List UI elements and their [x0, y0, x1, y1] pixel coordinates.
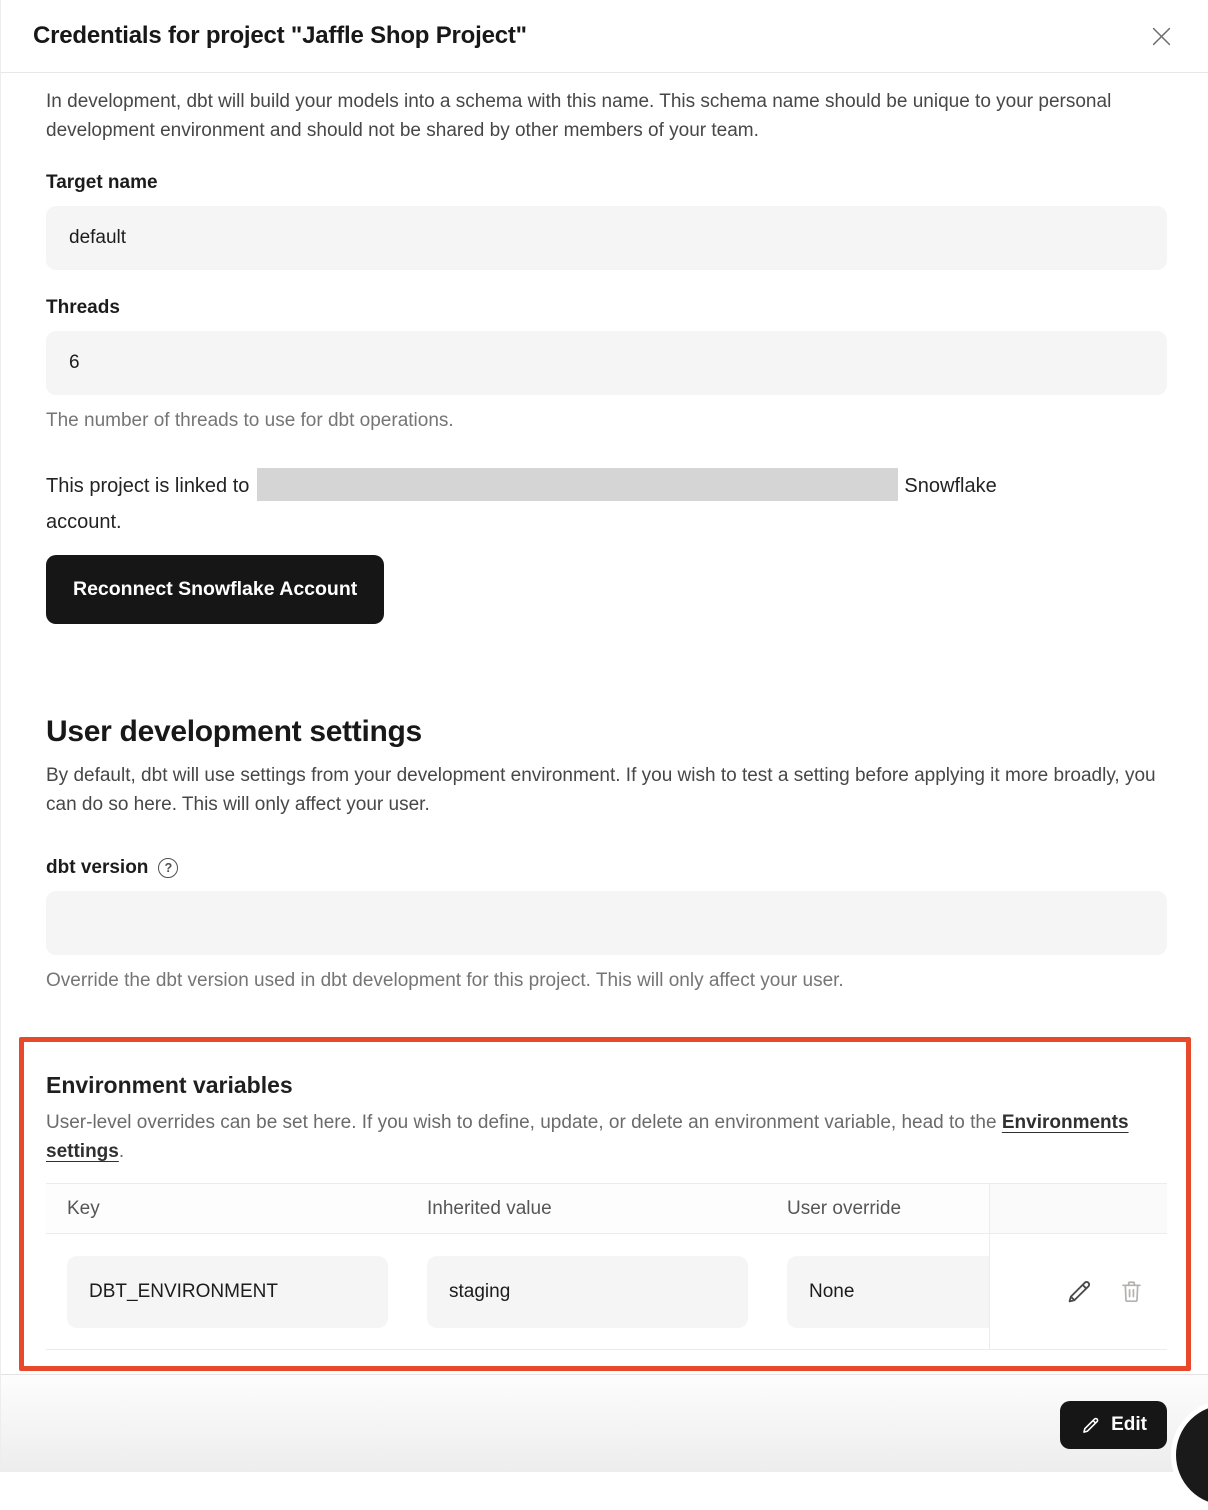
modal-footer: Edit	[1, 1374, 1208, 1472]
column-header-actions	[989, 1184, 1167, 1233]
trash-icon	[1118, 1278, 1145, 1305]
dbt-version-helper: Override the dbt version used in dbt dev…	[46, 969, 1166, 993]
close-icon	[1148, 23, 1175, 50]
threads-input[interactable]	[46, 331, 1167, 395]
threads-helper: The number of threads to use for dbt ope…	[46, 409, 1166, 433]
env-var-key: DBT_ENVIRONMENT	[67, 1256, 388, 1328]
threads-label: Threads	[46, 297, 1166, 319]
target-name-input[interactable]	[46, 206, 1167, 270]
env-vars-table: Key Inherited value User override DBT_EN…	[46, 1183, 1167, 1350]
delete-variable-button[interactable]	[1118, 1278, 1145, 1305]
environment-variables-section: Environment variables User-level overrid…	[19, 1037, 1191, 1371]
target-name-label: Target name	[46, 172, 1166, 194]
column-header-user-override: User override	[766, 1184, 989, 1233]
dbt-version-label: dbt version	[46, 857, 148, 879]
modal-header: Credentials for project "Jaffle Shop Pro…	[1, 0, 1208, 73]
table-row: DBT_ENVIRONMENT staging None	[46, 1234, 1167, 1349]
edit-variable-button[interactable]	[1064, 1277, 1094, 1307]
close-button[interactable]	[1144, 19, 1178, 53]
modal-title: Credentials for project "Jaffle Shop Pro…	[33, 22, 527, 50]
pencil-icon	[1080, 1415, 1101, 1436]
redacted-account-name	[257, 468, 898, 501]
column-header-inherited-value: Inherited value	[406, 1184, 766, 1233]
table-header-row: Key Inherited value User override	[46, 1184, 1167, 1234]
schema-description: In development, dbt will build your mode…	[46, 87, 1166, 145]
env-var-user-override: None	[787, 1256, 989, 1328]
edit-button[interactable]: Edit	[1060, 1401, 1167, 1449]
help-icon[interactable]: ?	[158, 858, 178, 878]
reconnect-snowflake-button[interactable]: Reconnect Snowflake Account	[46, 555, 384, 624]
linked-account-text: This project is linked toSnowflakeaccoun…	[46, 468, 1166, 540]
user-dev-settings-heading: User development settings	[46, 712, 1166, 752]
column-header-key: Key	[46, 1184, 406, 1233]
env-vars-heading: Environment variables	[46, 1070, 1167, 1100]
env-var-inherited-value: staging	[427, 1256, 748, 1328]
pencil-icon	[1064, 1277, 1094, 1307]
dbt-version-input[interactable]	[46, 891, 1167, 955]
user-dev-settings-description: By default, dbt will use settings from y…	[46, 761, 1166, 819]
modal-body: In development, dbt will build your mode…	[1, 87, 1208, 1371]
env-vars-description: User-level overrides can be set here. If…	[46, 1108, 1161, 1166]
